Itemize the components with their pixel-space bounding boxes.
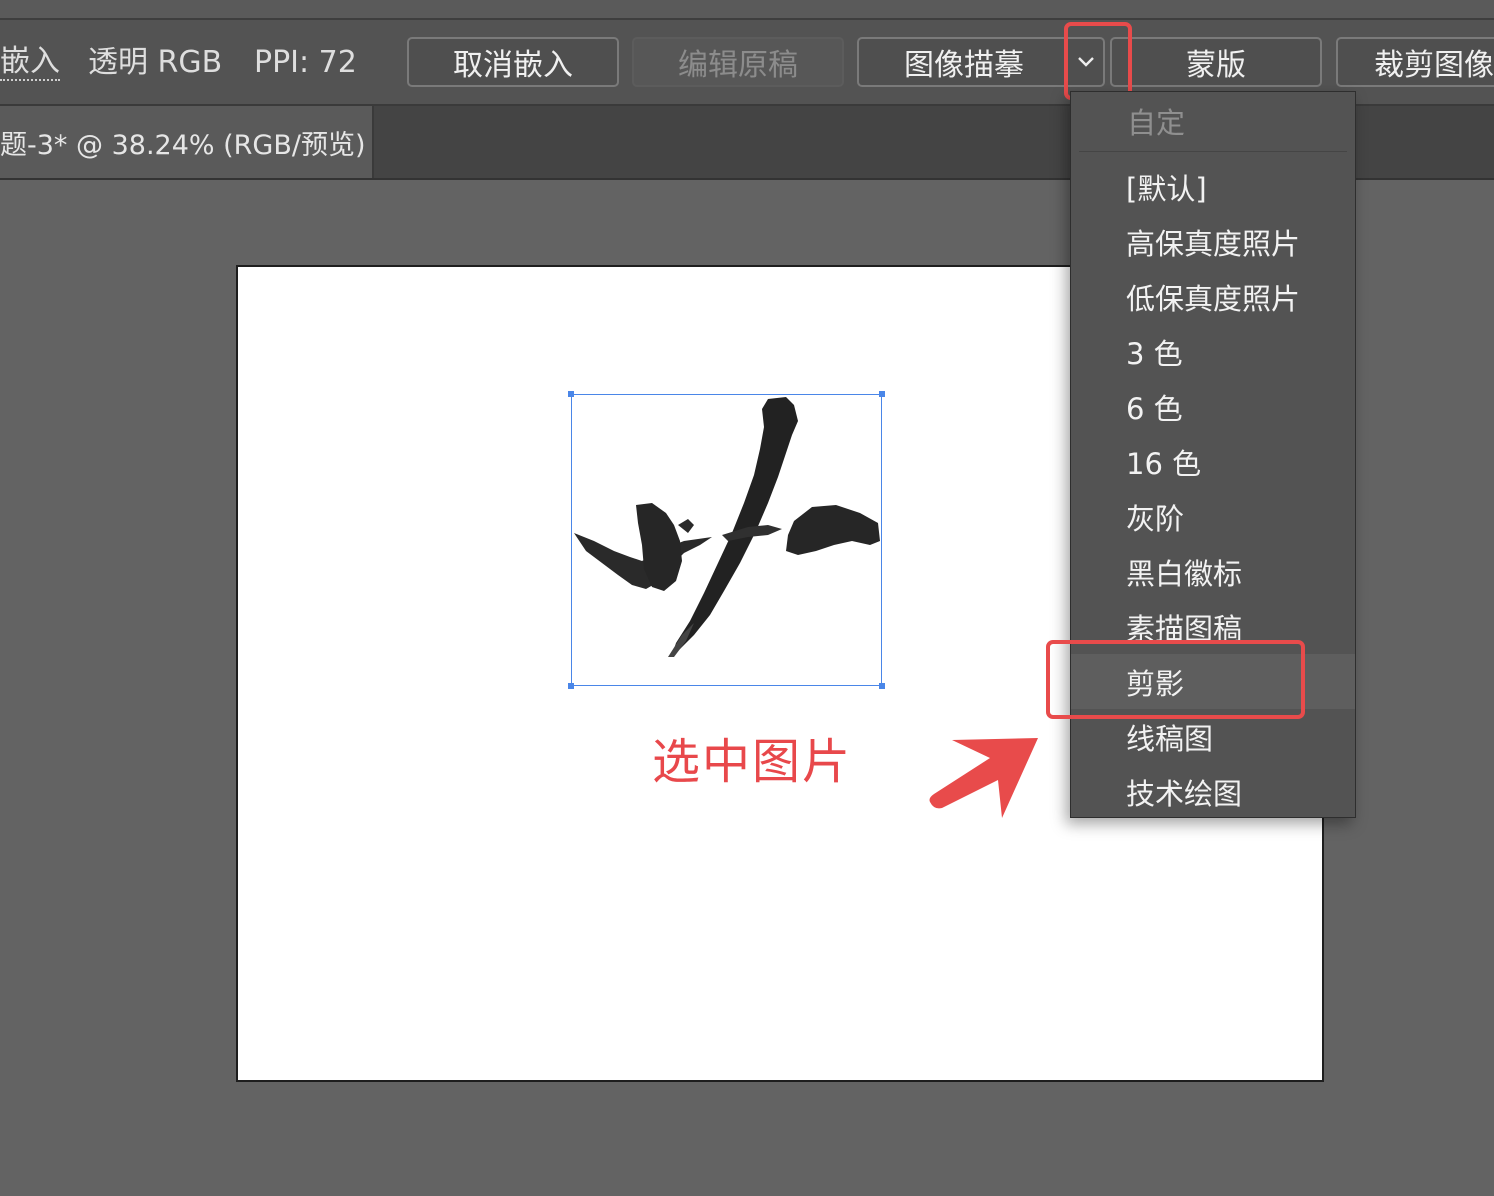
menu-item-grayscale[interactable]: 灰阶 <box>1071 489 1355 544</box>
menu-item-low-fidelity-photo[interactable]: 低保真度照片 <box>1071 269 1355 324</box>
calligraphy-image[interactable] <box>572 395 880 684</box>
silhouettes-highlight-box <box>1046 640 1305 719</box>
selection-handle-tr[interactable] <box>879 391 885 397</box>
unembed-button[interactable]: 取消嵌入 <box>407 37 619 87</box>
embedded-link[interactable]: 嵌入 <box>0 45 60 81</box>
document-tab[interactable]: 题-3* @ 38.24% (RGB/预览) <box>0 106 374 178</box>
annotation-caption: 选中图片 <box>652 734 853 790</box>
menu-item-bw-logo[interactable]: 黑白徽标 <box>1071 544 1355 599</box>
color-mode-info: 透明 RGB <box>88 45 223 80</box>
mask-button[interactable]: 蒙版 <box>1110 37 1322 87</box>
crop-image-button[interactable]: 裁剪图像 <box>1336 37 1494 87</box>
selection-handle-br[interactable] <box>879 683 885 689</box>
menu-separator <box>1079 151 1347 152</box>
menu-header-custom: 自定 <box>1127 106 1186 140</box>
image-trace-button[interactable]: 图像描摹 <box>857 37 1069 87</box>
menu-item-high-fidelity-photo[interactable]: 高保真度照片 <box>1071 214 1355 269</box>
edit-original-button: 编辑原稿 <box>632 37 844 87</box>
ppi-info: PPI: 72 <box>254 45 357 80</box>
menu-item-3-colors[interactable]: 3 色 <box>1071 324 1355 379</box>
menu-item-6-colors[interactable]: 6 色 <box>1071 379 1355 434</box>
menu-item-default[interactable]: [默认] <box>1071 159 1355 214</box>
selected-image-bounds[interactable] <box>568 391 885 689</box>
top-strip <box>0 0 1494 20</box>
selection-handle-tl[interactable] <box>568 391 574 397</box>
annotation-arrow-icon <box>929 738 1038 818</box>
selection-handle-bl[interactable] <box>568 683 574 689</box>
dropdown-highlight-box <box>1064 22 1132 100</box>
menu-item-16-colors[interactable]: 16 色 <box>1071 434 1355 489</box>
menu-item-technical-drawing[interactable]: 技术绘图 <box>1071 764 1355 819</box>
